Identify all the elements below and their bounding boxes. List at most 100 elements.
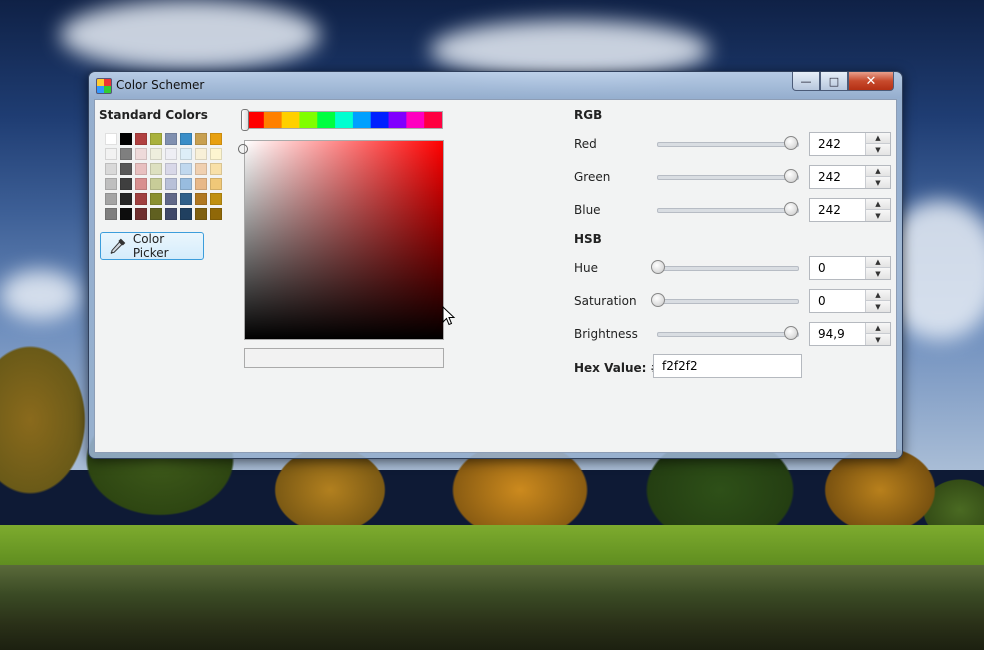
hue-segment <box>370 112 390 128</box>
hue-spinner: ▲▼ <box>809 256 891 280</box>
green-slider-thumb[interactable] <box>783 169 798 183</box>
hue-segment <box>424 112 442 128</box>
color-swatch[interactable] <box>120 193 132 205</box>
color-swatch[interactable] <box>180 178 192 190</box>
color-swatch[interactable] <box>210 208 222 220</box>
color-swatch[interactable] <box>165 208 177 220</box>
color-swatch[interactable] <box>210 193 222 205</box>
red-spinner: ▲▼ <box>809 132 891 156</box>
color-swatch[interactable] <box>135 208 147 220</box>
color-swatch[interactable] <box>150 193 162 205</box>
blue-decrement-button[interactable]: ▼ <box>866 210 890 221</box>
color-swatch[interactable] <box>180 208 192 220</box>
hue-segment <box>299 112 318 128</box>
blue-slider[interactable] <box>657 202 799 216</box>
color-swatch[interactable] <box>135 178 147 190</box>
color-swatch[interactable] <box>150 133 162 145</box>
brightness-decrement-button[interactable]: ▼ <box>866 334 890 345</box>
color-swatch[interactable] <box>105 133 117 145</box>
hue-segment <box>317 112 336 128</box>
green-decrement-button[interactable]: ▼ <box>866 177 890 188</box>
color-swatch[interactable] <box>105 148 117 160</box>
green-slider[interactable] <box>657 169 799 183</box>
green-increment-button[interactable]: ▲ <box>866 166 890 177</box>
blue-slider-thumb[interactable] <box>783 202 798 216</box>
mouse-cursor-icon <box>442 306 456 326</box>
standard-color-grid <box>105 133 222 220</box>
color-swatch[interactable] <box>120 133 132 145</box>
blue-increment-button[interactable]: ▲ <box>866 199 890 210</box>
wallpaper-grass <box>0 525 984 570</box>
red-increment-button[interactable]: ▲ <box>866 133 890 144</box>
color-swatch[interactable] <box>165 148 177 160</box>
color-swatch[interactable] <box>195 178 207 190</box>
hue-slider-thumb[interactable] <box>651 260 665 274</box>
color-swatch[interactable] <box>195 193 207 205</box>
color-swatch[interactable] <box>195 148 207 160</box>
red-label: Red <box>574 137 597 151</box>
saturation-decrement-button[interactable]: ▼ <box>866 301 890 312</box>
color-swatch[interactable] <box>165 163 177 175</box>
maximize-button[interactable]: □ <box>820 72 848 91</box>
hue-label: Hue <box>574 261 599 275</box>
color-swatch[interactable] <box>210 148 222 160</box>
color-swatch[interactable] <box>135 148 147 160</box>
hue-segment <box>281 112 300 128</box>
close-button[interactable]: ✕ <box>848 72 894 91</box>
hue-bar-thumb[interactable] <box>241 109 249 131</box>
hex-value-input[interactable] <box>653 354 802 378</box>
color-swatch[interactable] <box>210 163 222 175</box>
color-swatch[interactable] <box>180 193 192 205</box>
color-swatch[interactable] <box>105 208 117 220</box>
color-swatch[interactable] <box>105 178 117 190</box>
color-swatch[interactable] <box>180 163 192 175</box>
color-swatch[interactable] <box>150 163 162 175</box>
color-swatch[interactable] <box>180 148 192 160</box>
saturation-increment-button[interactable]: ▲ <box>866 290 890 301</box>
color-swatch[interactable] <box>135 163 147 175</box>
hue-segment <box>352 112 372 128</box>
color-swatch[interactable] <box>150 148 162 160</box>
color-swatch[interactable] <box>135 133 147 145</box>
color-picker-button[interactable]: Color Picker <box>100 232 204 260</box>
standard-colors-title: Standard Colors <box>99 108 208 122</box>
saturation-brightness-thumb[interactable] <box>238 144 248 154</box>
brightness-slider-thumb[interactable] <box>783 326 798 340</box>
color-swatch[interactable] <box>120 208 132 220</box>
color-swatch[interactable] <box>105 163 117 175</box>
color-swatch[interactable] <box>150 178 162 190</box>
color-swatch[interactable] <box>180 133 192 145</box>
color-swatch[interactable] <box>210 133 222 145</box>
hue-slider[interactable] <box>651 260 799 274</box>
title-bar[interactable]: Color Schemer — □ ✕ <box>89 72 902 99</box>
hue-bar[interactable] <box>245 111 443 129</box>
color-swatch[interactable] <box>165 133 177 145</box>
saturation-brightness-area[interactable] <box>244 140 444 340</box>
color-swatch[interactable] <box>195 163 207 175</box>
color-swatch[interactable] <box>105 193 117 205</box>
color-picker-label: Color Picker <box>132 232 169 260</box>
red-slider-thumb[interactable] <box>783 136 798 150</box>
red-decrement-button[interactable]: ▼ <box>866 144 890 155</box>
minimize-button[interactable]: — <box>792 72 820 91</box>
color-swatch[interactable] <box>195 133 207 145</box>
saturation-slider[interactable] <box>651 293 799 307</box>
hue-decrement-button[interactable]: ▼ <box>866 268 890 279</box>
red-slider[interactable] <box>657 136 799 150</box>
brightness-slider[interactable] <box>657 326 799 340</box>
color-swatch[interactable] <box>210 178 222 190</box>
color-swatch[interactable] <box>120 178 132 190</box>
color-swatch[interactable] <box>150 208 162 220</box>
hue-increment-button[interactable]: ▲ <box>866 257 890 268</box>
color-swatch[interactable] <box>120 163 132 175</box>
color-swatch[interactable] <box>195 208 207 220</box>
color-swatch[interactable] <box>165 193 177 205</box>
client-area: Standard Colors Color Picker RGB Red 242… <box>94 99 897 453</box>
brightness-increment-button[interactable]: ▲ <box>866 323 890 334</box>
color-swatch[interactable] <box>135 193 147 205</box>
color-swatch[interactable] <box>165 178 177 190</box>
hue-segment <box>335 112 354 128</box>
color-swatch[interactable] <box>120 148 132 160</box>
hue-segment <box>406 112 425 128</box>
saturation-slider-thumb[interactable] <box>651 293 665 307</box>
